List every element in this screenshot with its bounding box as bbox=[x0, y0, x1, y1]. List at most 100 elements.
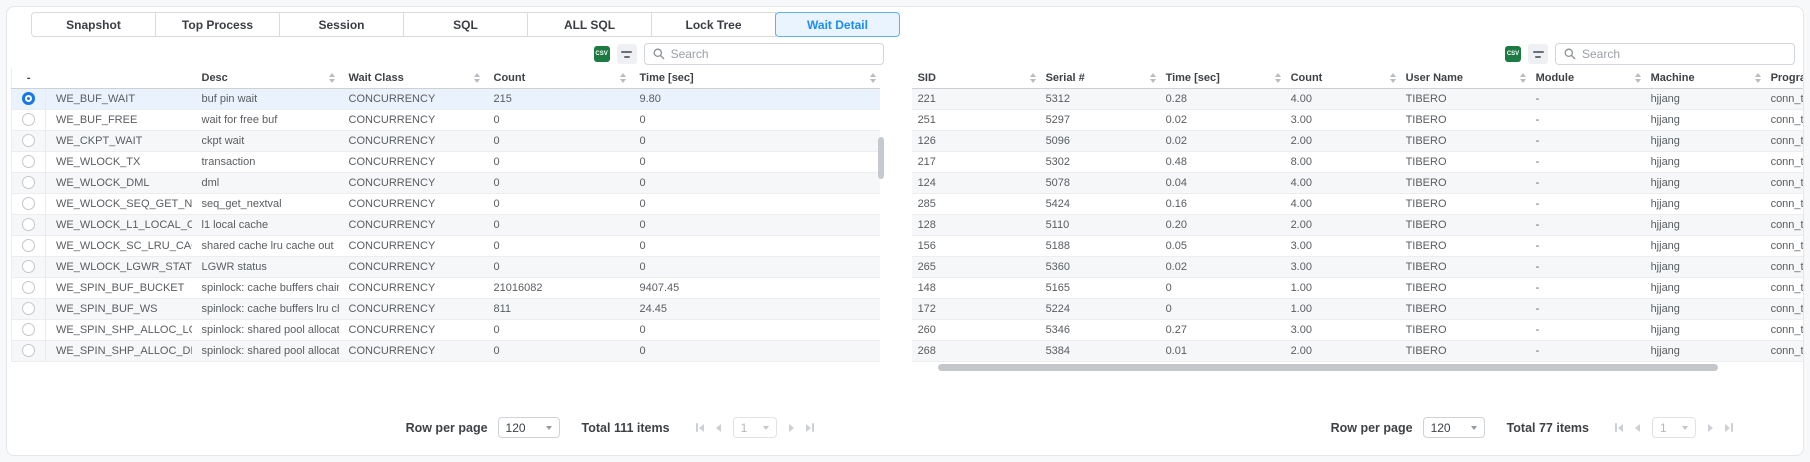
sort-icon[interactable] bbox=[1755, 73, 1761, 83]
filter-button[interactable] bbox=[1528, 44, 1548, 64]
radio-button[interactable] bbox=[22, 113, 35, 126]
column-header-module[interactable]: Module bbox=[1530, 68, 1645, 88]
session-row[interactable]: 21753020.488.00TIBERO-hjjangconn_tpc_ bbox=[912, 151, 1803, 172]
search-input[interactable] bbox=[671, 47, 875, 61]
wait-event-row[interactable]: WE_CKPT_WAITckpt waitCONCURRENCY00 bbox=[12, 130, 880, 151]
wait-event-row[interactable]: WE_WLOCK_DMLdmlCONCURRENCY00 bbox=[12, 172, 880, 193]
session-row[interactable]: 12650960.022.00TIBERO-hjjangconn_tpc_ bbox=[912, 130, 1803, 151]
search-icon bbox=[653, 48, 665, 60]
sort-icon[interactable] bbox=[1275, 73, 1281, 83]
search-input[interactable] bbox=[1582, 47, 1786, 61]
sort-icon[interactable] bbox=[474, 73, 480, 83]
radio-button[interactable] bbox=[22, 134, 35, 147]
export-csv-button[interactable]: CSV bbox=[594, 46, 610, 62]
radio-button[interactable] bbox=[22, 281, 35, 294]
next-page-button[interactable] bbox=[1708, 424, 1713, 432]
filter-button[interactable] bbox=[617, 44, 637, 64]
sort-icon[interactable] bbox=[1150, 73, 1156, 83]
column-header-time-sec[interactable]: Time [sec] bbox=[1160, 68, 1285, 88]
radio-button[interactable] bbox=[22, 344, 35, 357]
export-csv-button[interactable]: CSV bbox=[1505, 46, 1521, 62]
column-header-machine[interactable]: Machine bbox=[1645, 68, 1765, 88]
radio-button[interactable] bbox=[22, 323, 35, 336]
vertical-scrollbar-thumb[interactable] bbox=[878, 137, 884, 179]
cell-time: 0 bbox=[630, 235, 880, 256]
session-row[interactable]: 25152970.023.00TIBERO-hjjangconn_tpc_ bbox=[912, 109, 1803, 130]
column-header-serial[interactable]: Serial # bbox=[1040, 68, 1160, 88]
prev-page-button[interactable] bbox=[1635, 424, 1640, 432]
radio-button[interactable] bbox=[22, 155, 35, 168]
page-size-select[interactable]: 120 bbox=[498, 417, 560, 438]
radio-button[interactable] bbox=[22, 239, 35, 252]
session-row[interactable]: 172522401.00TIBERO-hjjangconn_tpc_ bbox=[912, 298, 1803, 319]
radio-button[interactable] bbox=[22, 260, 35, 273]
column-header-sid[interactable]: SID bbox=[912, 68, 1040, 88]
sort-icon[interactable] bbox=[1390, 73, 1396, 83]
tab-all-sql[interactable]: ALL SQL bbox=[527, 12, 652, 37]
cell-desc: dml bbox=[192, 172, 339, 193]
page-number-select[interactable]: 1 bbox=[733, 417, 777, 438]
page-size-select[interactable]: 120 bbox=[1423, 417, 1485, 438]
session-row[interactable]: 22153120.284.00TIBERO-hjjangconn_tpc_ bbox=[912, 88, 1803, 109]
wait-event-row[interactable]: WE_WLOCK_L1_LOCAL_CACHEl1 local cacheCON… bbox=[12, 214, 880, 235]
radio-button[interactable] bbox=[22, 197, 35, 210]
sort-icon[interactable] bbox=[329, 73, 335, 83]
column-header-count[interactable]: Count bbox=[484, 68, 630, 88]
column-header-count[interactable]: Count bbox=[1285, 68, 1400, 88]
radio-button[interactable] bbox=[22, 92, 35, 105]
first-page-button[interactable] bbox=[696, 423, 704, 432]
session-row[interactable]: 28554240.164.00TIBERO-hjjangconn_tpc_ bbox=[912, 193, 1803, 214]
column-header-desc[interactable]: Desc bbox=[192, 68, 339, 88]
session-row[interactable]: 12450780.044.00TIBERO-hjjangconn_tpc_ bbox=[912, 172, 1803, 193]
wait-event-row[interactable]: WE_SPIN_BUF_BUCKETspinlock: cache buffer… bbox=[12, 277, 880, 298]
tab-snapshot[interactable]: Snapshot bbox=[31, 12, 156, 37]
column-header-user-name[interactable]: User Name bbox=[1400, 68, 1530, 88]
session-row[interactable]: 26553600.023.00TIBERO-hjjangconn_tpc_ bbox=[912, 256, 1803, 277]
session-row[interactable]: 26053460.273.00TIBERO-hjjangconn_tpc_ bbox=[912, 319, 1803, 340]
tab-top-process[interactable]: Top Process bbox=[155, 12, 280, 37]
wait-event-row[interactable]: WE_BUF_WAITbuf pin waitCONCURRENCY2159.8… bbox=[12, 88, 880, 109]
radio-cell bbox=[12, 277, 46, 298]
column-header-wait-class[interactable]: Wait Class bbox=[339, 68, 484, 88]
horizontal-scrollbar-thumb[interactable] bbox=[938, 364, 1718, 371]
tab-sql[interactable]: SQL bbox=[403, 12, 528, 37]
session-row[interactable]: 26853840.012.00TIBERO-hjjangconn_tpc_ bbox=[912, 340, 1803, 361]
wait-event-row[interactable]: WE_WLOCK_LGWR_STATUSLGWR statusCONCURREN… bbox=[12, 256, 880, 277]
sort-icon[interactable] bbox=[620, 73, 626, 83]
search-box[interactable] bbox=[644, 43, 884, 65]
wait-event-row[interactable]: WE_WLOCK_SEQ_GET_NEXTVALseq_get_nextvalC… bbox=[12, 193, 880, 214]
wait-event-row[interactable]: WE_SPIN_BUF_WSspinlock: cache buffers lr… bbox=[12, 298, 880, 319]
column-header-blank bbox=[46, 68, 192, 88]
horizontal-scrollbar[interactable] bbox=[898, 364, 1803, 372]
right-pagination: Row per page 120 Total 77 items 1 bbox=[898, 410, 1803, 446]
tab-lock-tree[interactable]: Lock Tree bbox=[651, 12, 776, 37]
cell-module: - bbox=[1530, 172, 1645, 193]
wait-event-row[interactable]: WE_WLOCK_TXtransactionCONCURRENCY00 bbox=[12, 151, 880, 172]
radio-button[interactable] bbox=[22, 176, 35, 189]
prev-page-button[interactable] bbox=[716, 424, 721, 432]
column-header-program[interactable]: Program bbox=[1765, 68, 1803, 88]
wait-event-row[interactable]: WE_SPIN_SHP_ALLOC_DDspinlock: shared poo… bbox=[12, 340, 880, 361]
radio-button[interactable] bbox=[22, 218, 35, 231]
sort-icon[interactable] bbox=[1635, 73, 1641, 83]
session-row[interactable]: 15651880.053.00TIBERO-hjjangconn_tpc_ bbox=[912, 235, 1803, 256]
wait-event-row[interactable]: WE_BUF_FREEwait for free bufCONCURRENCY0… bbox=[12, 109, 880, 130]
sort-icon[interactable] bbox=[1030, 73, 1036, 83]
session-row[interactable]: 12851100.202.00TIBERO-hjjangconn_tpc_ bbox=[912, 214, 1803, 235]
tab-wait-detail[interactable]: Wait Detail bbox=[775, 12, 900, 37]
first-page-button[interactable] bbox=[1615, 423, 1623, 432]
sort-icon[interactable] bbox=[1520, 73, 1526, 83]
sort-icon[interactable] bbox=[870, 73, 876, 83]
last-page-button[interactable] bbox=[1725, 423, 1733, 432]
wait-event-row[interactable]: WE_SPIN_SHP_ALLOC_LCspinlock: shared poo… bbox=[12, 319, 880, 340]
wait-event-row[interactable]: WE_WLOCK_SC_LRU_CACHE_OUTshared cache lr… bbox=[12, 235, 880, 256]
vertical-scrollbar[interactable] bbox=[878, 89, 884, 361]
next-page-button[interactable] bbox=[789, 424, 794, 432]
radio-button[interactable] bbox=[22, 302, 35, 315]
column-header-time-sec[interactable]: Time [sec] bbox=[630, 68, 880, 88]
last-page-button[interactable] bbox=[806, 423, 814, 432]
page-number-select[interactable]: 1 bbox=[1652, 417, 1696, 438]
session-row[interactable]: 148516501.00TIBERO-hjjangconn_tpc_ bbox=[912, 277, 1803, 298]
search-box[interactable] bbox=[1555, 43, 1795, 65]
tab-session[interactable]: Session bbox=[279, 12, 404, 37]
